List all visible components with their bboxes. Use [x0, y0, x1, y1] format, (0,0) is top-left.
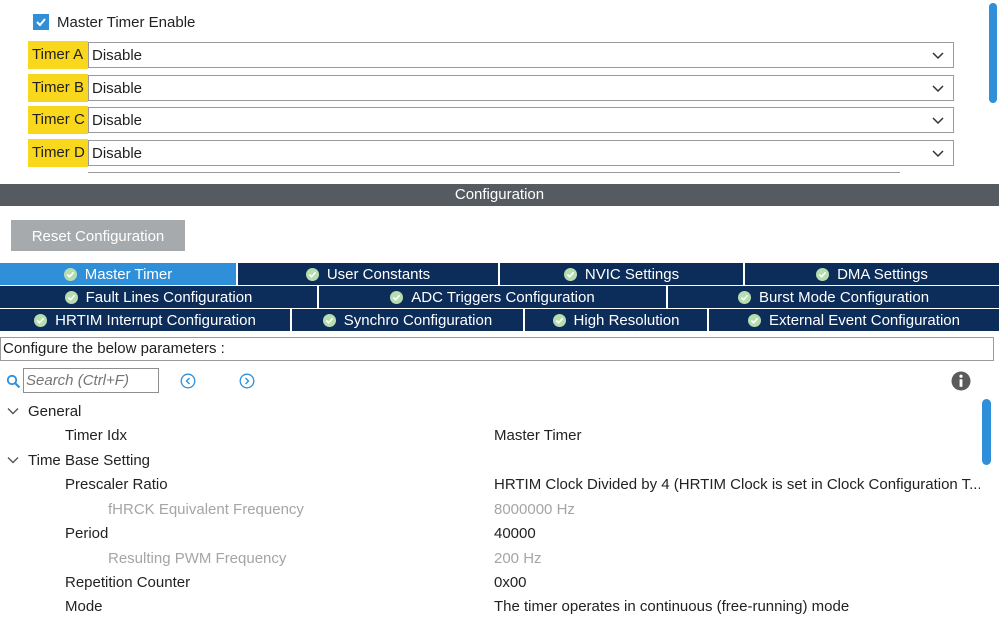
check-circle-icon [563, 267, 577, 281]
param-period-label[interactable]: Period [65, 521, 108, 545]
timer-d-label: Timer D [28, 139, 88, 167]
tree-group-label: Time Base Setting [28, 451, 150, 469]
check-circle-icon [63, 267, 77, 281]
param-label: Mode [65, 597, 103, 615]
param-label: Period [65, 524, 109, 542]
configuration-header: Configuration [0, 184, 999, 206]
param-fhrck-value: 8000000 Hz [494, 501, 575, 518]
partial-select-edge [88, 172, 900, 178]
param-repetition-counter-value[interactable]: 0x00 [494, 574, 527, 591]
mode-panel-scrollbar[interactable] [989, 3, 997, 103]
check-circle-icon [390, 290, 404, 304]
search-input[interactable] [23, 368, 159, 393]
tab-label: ADC Triggers Configuration [411, 288, 595, 306]
tab-row-3: HRTIM Interrupt Configuration Synchro Co… [0, 309, 999, 331]
timer-b-row: Timer B Disable [28, 74, 954, 102]
chevron-down-icon [932, 85, 944, 93]
timer-a-label: Timer A [28, 41, 88, 69]
tab-external-event[interactable]: External Event Configuration [709, 309, 999, 331]
tab-hrtim-interrupt[interactable]: HRTIM Interrupt Configuration [0, 309, 292, 331]
tab-label: Burst Mode Configuration [758, 288, 930, 306]
tree-group-general[interactable]: General [6, 399, 81, 423]
tab-burst-mode[interactable]: Burst Mode Configuration [668, 286, 999, 308]
timer-b-select[interactable]: Disable [88, 75, 954, 101]
param-repetition-counter-label[interactable]: Repetition Counter [65, 570, 190, 594]
search-icon[interactable] [6, 374, 21, 389]
param-prescaler-value[interactable]: HRTIM Clock Divided by 4 (HRTIM Clock is… [494, 476, 980, 493]
chevron-down-icon [932, 150, 944, 158]
param-label: fHRCK Equivalent Frequency [108, 500, 304, 518]
info-icon[interactable] [951, 371, 971, 391]
timer-c-row: Timer C Disable [28, 106, 954, 134]
tab-label: NVIC Settings [584, 265, 680, 283]
timer-a-select[interactable]: Disable [88, 42, 954, 68]
tab-label: Fault Lines Configuration [85, 288, 253, 306]
tab-label: High Resolution [573, 311, 680, 329]
param-period-value[interactable]: 40000 [494, 525, 536, 542]
chevron-down-icon [932, 117, 944, 125]
tab-label: DMA Settings [837, 265, 928, 283]
param-timer-idx-value[interactable]: Master Timer [494, 427, 582, 444]
tab-label: HRTIM Interrupt Configuration [55, 311, 256, 329]
timer-d-select[interactable]: Disable [88, 140, 954, 166]
param-pwm-frequency-label: Resulting PWM Frequency [108, 546, 286, 570]
check-circle-icon [552, 313, 566, 327]
tab-row-1: Master Timer User Constants NVIC Setting… [0, 263, 999, 285]
param-mode-label[interactable]: Mode [65, 594, 103, 618]
timer-d-value: Disable [92, 144, 143, 162]
check-circle-icon [64, 290, 78, 304]
tab-user-constants[interactable]: User Constants [238, 263, 500, 285]
check-circle-icon [34, 313, 48, 327]
param-label: Resulting PWM Frequency [108, 549, 287, 567]
tab-label: User Constants [326, 265, 431, 283]
tab-adc-triggers[interactable]: ADC Triggers Configuration [319, 286, 668, 308]
timer-c-select[interactable]: Disable [88, 107, 954, 133]
previous-match-icon[interactable] [180, 373, 196, 389]
check-circle-icon [305, 267, 319, 281]
chevron-down-icon [7, 408, 19, 415]
timer-c-value: Disable [92, 111, 143, 129]
parameters-scrollbar[interactable] [982, 399, 991, 465]
param-pwm-frequency-value: 200 Hz [494, 550, 542, 567]
master-timer-enable-label: Master Timer Enable [57, 13, 196, 31]
timer-b-label: Timer B [28, 74, 88, 102]
check-circle-icon [737, 290, 751, 304]
tab-synchro[interactable]: Synchro Configuration [292, 309, 525, 331]
tab-label: Master Timer [84, 265, 173, 283]
tab-label: Synchro Configuration [343, 311, 493, 329]
chevron-down-icon [932, 52, 944, 60]
timer-a-row: Timer A Disable [28, 41, 954, 69]
param-label: Repetition Counter [65, 573, 191, 591]
parameters-caption: Configure the below parameters : [0, 337, 994, 361]
tab-dma-settings[interactable]: DMA Settings [745, 263, 999, 285]
master-timer-enable-row[interactable]: Master Timer Enable [33, 12, 195, 32]
timer-b-value: Disable [92, 79, 143, 97]
check-circle-icon [816, 267, 830, 281]
timer-c-label: Timer C [28, 106, 88, 134]
tab-high-resolution[interactable]: High Resolution [525, 309, 709, 331]
tree-group-time-base[interactable]: Time Base Setting [6, 448, 150, 472]
tab-label: External Event Configuration [769, 311, 960, 329]
master-timer-enable-checkbox[interactable] [33, 14, 49, 30]
tab-row-2: Fault Lines Configuration ADC Triggers C… [0, 286, 999, 308]
chevron-down-icon [7, 457, 19, 464]
param-prescaler-label[interactable]: Prescaler Ratio [65, 472, 168, 496]
check-circle-icon [322, 313, 336, 327]
reset-configuration-button[interactable]: Reset Configuration [11, 220, 185, 251]
check-circle-icon [748, 313, 762, 327]
tab-nvic-settings[interactable]: NVIC Settings [500, 263, 745, 285]
tree-group-label: General [28, 402, 82, 420]
checkmark-icon [36, 18, 46, 27]
param-label: Timer Idx [65, 426, 127, 444]
tab-fault-lines[interactable]: Fault Lines Configuration [0, 286, 319, 308]
next-match-icon[interactable] [239, 373, 255, 389]
param-label: Prescaler Ratio [65, 475, 168, 493]
timer-a-value: Disable [92, 46, 143, 64]
param-timer-idx-label[interactable]: Timer Idx [65, 423, 127, 447]
param-mode-value[interactable]: The timer operates in continuous (free-r… [494, 598, 849, 615]
mode-panel: Master Timer Enable Timer A Disable Time… [0, 0, 999, 177]
param-fhrck-label: fHRCK Equivalent Frequency [108, 497, 304, 521]
tab-master-timer[interactable]: Master Timer [0, 263, 238, 285]
timer-d-row: Timer D Disable [28, 139, 954, 167]
